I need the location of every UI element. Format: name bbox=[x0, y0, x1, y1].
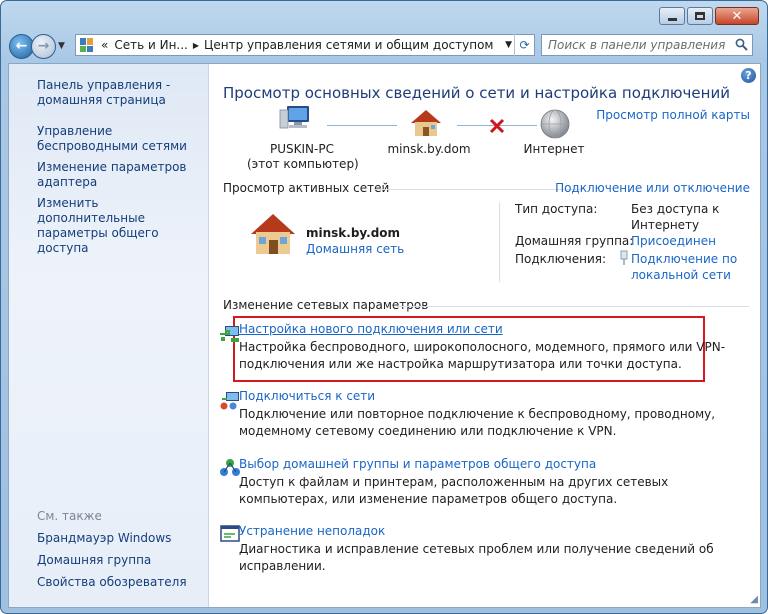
see-also-label: См. также bbox=[37, 509, 102, 523]
active-networks-divider bbox=[499, 202, 500, 282]
task-troubleshoot: Устранение неполадок Диагностика и испра… bbox=[220, 524, 739, 575]
close-icon: ✕ bbox=[731, 8, 743, 24]
access-type-label: Тип доступа: bbox=[515, 202, 598, 216]
connect-network-icon bbox=[220, 392, 239, 410]
task-new-connection: Настройка нового подключения или сети На… bbox=[220, 322, 739, 373]
task-homegroup-desc: Доступ к файлам и принтерам, расположенн… bbox=[239, 475, 669, 506]
homegroup-link[interactable]: Присоединен bbox=[631, 233, 716, 249]
task-troubleshoot-desc: Диагностика и исправление сетевых пробле… bbox=[239, 542, 714, 573]
sidebar-link-adapter[interactable]: Изменение параметров адаптера bbox=[37, 160, 205, 190]
task-new-connection-desc: Настройка беспроводного, широкополосного… bbox=[239, 340, 726, 371]
refresh-icon[interactable]: ⟳ bbox=[514, 34, 534, 56]
breadcrumb-arrow-icon[interactable]: ▶ bbox=[191, 41, 201, 50]
sidebar: Панель управления - домашняя страница Уп… bbox=[9, 64, 209, 607]
back-arrow-icon: ← bbox=[15, 38, 28, 54]
internet-globe-icon bbox=[540, 109, 570, 139]
map-connection-line bbox=[327, 125, 397, 126]
main-panel: ? Просмотр основных сведений о сети и на… bbox=[209, 64, 760, 607]
network-type-link[interactable]: Домашняя сеть bbox=[306, 242, 404, 256]
no-connection-icon bbox=[489, 118, 505, 134]
navigation-bar: ← → ▼ « Сеть и Ин... ▶ Центр управления … bbox=[9, 32, 759, 60]
view-full-map-link[interactable]: Просмотр полной карты bbox=[596, 108, 750, 122]
close-button[interactable]: ✕ bbox=[715, 7, 759, 25]
connect-disconnect-link[interactable]: Подключение или отключение bbox=[555, 181, 750, 195]
homegroup-label: Домашняя группа: bbox=[515, 234, 634, 248]
breadcrumb-overflow[interactable]: « bbox=[98, 38, 111, 52]
forward-arrow-icon: → bbox=[37, 38, 50, 54]
sidebar-link-firewall[interactable]: Брандмауэр Windows bbox=[37, 531, 205, 546]
map-node-computer: PUSKIN-PC (этот компьютер) bbox=[247, 142, 359, 172]
address-dropdown-icon[interactable]: ▼ bbox=[505, 40, 512, 50]
change-settings-heading: Изменение сетевых параметров bbox=[223, 298, 429, 312]
change-settings-rule bbox=[397, 306, 749, 307]
content-area: Панель управления - домашняя страница Уп… bbox=[8, 63, 761, 608]
forward-button[interactable]: → bbox=[31, 33, 56, 59]
connection-link[interactable]: Подключение по локальной сети bbox=[631, 251, 741, 283]
home-network-icon bbox=[411, 110, 441, 136]
sidebar-link-internet-options[interactable]: Свойства обозревателя bbox=[37, 575, 205, 590]
window-controls: ✕ bbox=[659, 7, 759, 25]
page-title: Просмотр основных сведений о сети и наст… bbox=[223, 84, 730, 102]
troubleshoot-icon bbox=[220, 525, 240, 542]
task-homegroup-link[interactable]: Выбор домашней группы и параметров общег… bbox=[239, 457, 739, 471]
task-homegroup: Выбор домашней группы и параметров общег… bbox=[220, 457, 739, 508]
connections-label: Подключения: bbox=[515, 252, 607, 266]
computer-subtitle: (этот компьютер) bbox=[247, 157, 359, 171]
address-bar[interactable]: « Сеть и Ин... ▶ Центр управления сетями… bbox=[75, 34, 535, 56]
task-troubleshoot-link[interactable]: Устранение неполадок bbox=[239, 524, 739, 538]
new-connection-icon bbox=[220, 326, 239, 342]
breadcrumb-network-center[interactable]: Центр управления сетями и общим доступом bbox=[201, 38, 496, 52]
access-type-value: Без доступа к Интернету bbox=[631, 202, 720, 232]
sidebar-link-wireless[interactable]: Управление беспроводными сетями bbox=[37, 124, 205, 154]
map-node-internet: Интернет bbox=[523, 142, 585, 156]
search-input[interactable]: Поиск в панели управления bbox=[541, 34, 753, 56]
ethernet-icon bbox=[620, 250, 628, 265]
task-connect-network-desc: Подключение или повторное подключение к … bbox=[239, 407, 716, 438]
minimize-button[interactable] bbox=[659, 7, 685, 25]
sidebar-link-home[interactable]: Панель управления - домашняя страница bbox=[37, 78, 205, 108]
computer-name: PUSKIN-PC bbox=[270, 142, 334, 156]
home-network-large-icon bbox=[251, 214, 295, 254]
sidebar-link-sharing[interactable]: Изменить дополнительные параметры общего… bbox=[37, 196, 205, 256]
active-networks-rule bbox=[373, 189, 583, 190]
maximize-button[interactable] bbox=[687, 7, 713, 25]
help-icon[interactable]: ? bbox=[741, 68, 756, 83]
map-node-network: minsk.by.dom bbox=[387, 142, 471, 156]
search-icon[interactable] bbox=[735, 38, 748, 51]
breadcrumb-network[interactable]: Сеть и Ин... bbox=[111, 38, 191, 52]
task-connect-network-link[interactable]: Подключиться к сети bbox=[239, 389, 739, 403]
homegroup-icon bbox=[220, 459, 240, 476]
task-new-connection-link[interactable]: Настройка нового подключения или сети bbox=[239, 322, 739, 336]
resize-grip-icon[interactable]: ◢ bbox=[750, 594, 758, 605]
computer-icon bbox=[279, 106, 309, 129]
task-connect-network: Подключиться к сети Подключение или повт… bbox=[220, 389, 739, 440]
sidebar-link-homegroup[interactable]: Домашняя группа bbox=[37, 553, 205, 568]
window: ✕ ← → ▼ « Сеть и Ин... ▶ Центр управлени… bbox=[0, 0, 768, 614]
control-panel-icon bbox=[80, 38, 94, 52]
maximize-icon bbox=[695, 12, 705, 20]
history-dropdown-icon[interactable]: ▼ bbox=[58, 41, 65, 51]
search-placeholder: Поиск в панели управления bbox=[548, 38, 726, 52]
minimize-icon bbox=[667, 17, 677, 21]
active-networks-heading: Просмотр активных сетей bbox=[223, 181, 390, 195]
active-network-name: minsk.by.dom bbox=[306, 226, 401, 240]
